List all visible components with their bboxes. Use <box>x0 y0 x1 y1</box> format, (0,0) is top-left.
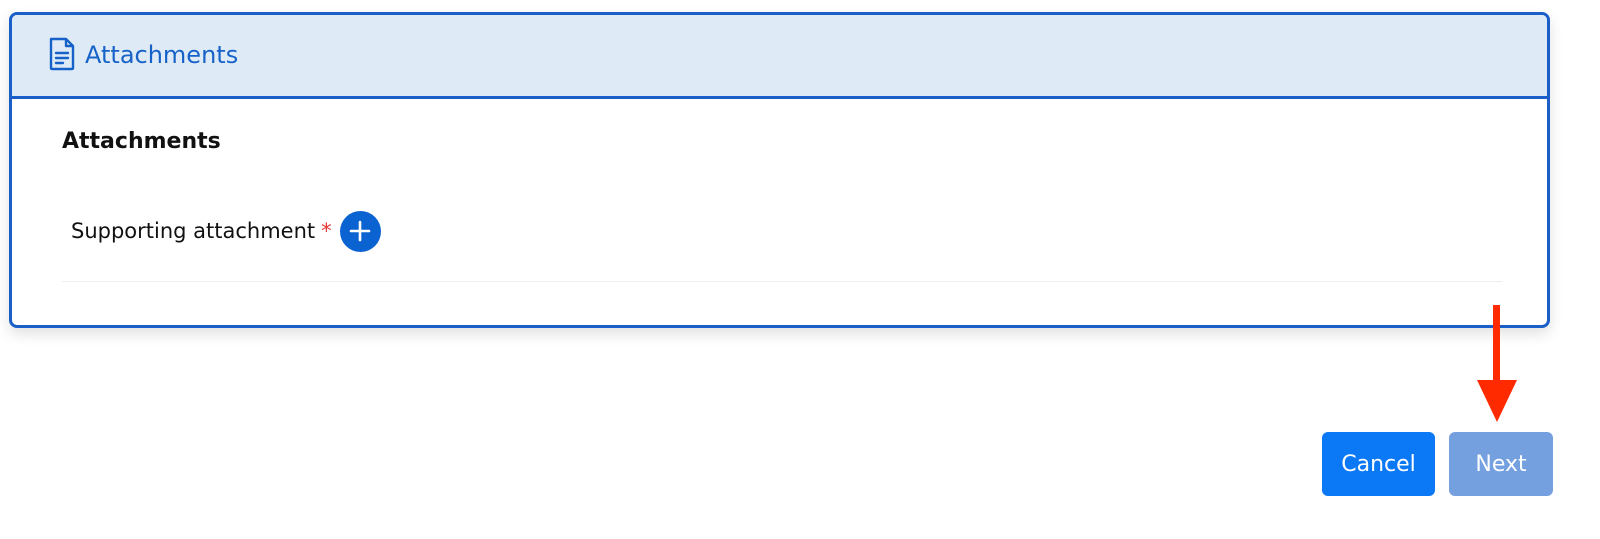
plus-icon <box>349 220 371 242</box>
add-attachment-button[interactable] <box>339 210 381 252</box>
field-label: Supporting attachment <box>71 219 316 243</box>
attachments-panel: Attachments Attachments Supporting attac… <box>9 12 1550 328</box>
panel-header: Attachments <box>12 15 1547 99</box>
required-marker: * <box>321 219 332 243</box>
panel-header-title: Attachments <box>85 41 239 69</box>
section-title: Attachments <box>62 129 221 154</box>
cancel-button[interactable]: Cancel <box>1322 432 1435 496</box>
divider <box>62 281 1502 282</box>
arrow-down-icon <box>1477 305 1517 422</box>
supporting-attachment-field: Supporting attachment * <box>71 210 381 252</box>
page: Attachments Attachments Supporting attac… <box>0 0 1600 539</box>
next-button[interactable]: Next <box>1449 432 1553 496</box>
document-icon <box>48 37 76 71</box>
